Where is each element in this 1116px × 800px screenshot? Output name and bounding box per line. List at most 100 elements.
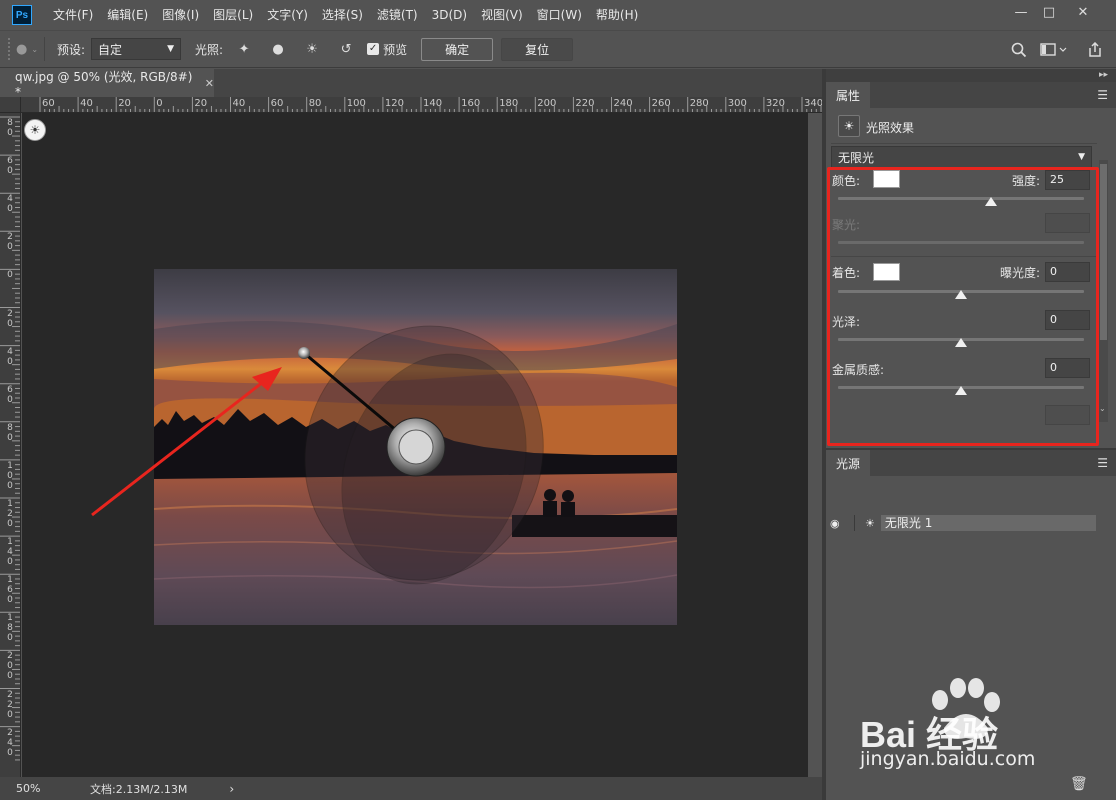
chevron-down-icon: ▼ — [167, 44, 175, 54]
minimize-icon[interactable]: — — [1006, 0, 1036, 24]
chevron-right-icon[interactable]: › — [229, 782, 234, 796]
ruler-label: 20 — [7, 232, 13, 253]
options-bar: ● ⌄ 预设: 自定 ▼ 光照: ✦ ● ☀ ↺ ✓ 预览 确定 复位 — [0, 30, 1116, 68]
zoom-level[interactable]: 50% — [0, 782, 48, 795]
doc-size: 文档:2.13M/2.13M — [90, 782, 188, 796]
menu-filter[interactable]: 滤镜(T) — [370, 0, 425, 30]
ok-button[interactable]: 确定 — [421, 37, 494, 61]
highlight-box — [827, 167, 1099, 446]
eye-icon[interactable]: ◉ — [830, 517, 848, 530]
menu-bar: Ps 文件(F) 编辑(E) 图像(I) 图层(L) 文字(Y) 选择(S) 滤… — [0, 0, 1116, 30]
reset-light-icon[interactable]: ↺ — [335, 38, 357, 60]
panel-menu-icon[interactable]: ☰ — [1097, 88, 1108, 102]
ruler-label: 140 — [7, 537, 13, 568]
ruler-label: 80 — [7, 118, 13, 138]
close-tab-icon[interactable]: ✕ — [205, 77, 214, 90]
preview-label: 预览 — [383, 42, 408, 57]
ruler-label: 20 — [118, 98, 131, 109]
light-list-item[interactable]: ◉ ☀ 无限光 1 — [830, 514, 1096, 532]
ruler-label: 100 — [7, 460, 13, 491]
menu-help[interactable]: 帮助(H) — [589, 0, 645, 30]
ruler-label: 340 — [804, 98, 824, 109]
reset-button[interactable]: 复位 — [501, 37, 574, 61]
tab-lights[interactable]: 光源 — [826, 450, 871, 476]
canvas-area[interactable]: ☀ — [22, 113, 808, 777]
preset-value: 自定 — [98, 42, 123, 57]
properties-tabs: 属性 ☰ — [826, 82, 1116, 108]
light-type-select[interactable]: 无限光 ▼ — [831, 146, 1092, 168]
menu-window[interactable]: 窗口(W) — [530, 0, 589, 30]
chevron-down-icon[interactable]: ⌄ — [1099, 404, 1106, 413]
ruler-label: 80 — [308, 98, 322, 109]
menu-file[interactable]: 文件(F) — [46, 0, 100, 30]
menu-edit[interactable]: 编辑(E) — [100, 0, 155, 30]
lighting-effects-icon[interactable]: ☀ — [24, 119, 46, 141]
menu-view[interactable]: 视图(V) — [474, 0, 530, 30]
properties-title: 光照效果 — [866, 121, 915, 135]
lights-label: 光照: — [195, 42, 224, 57]
menu-image[interactable]: 图像(I) — [155, 0, 206, 30]
document-tab-title: qw.jpg @ 50% (光效, RGB/8#) * — [15, 69, 193, 99]
ruler-label: 60 — [7, 156, 13, 177]
scrollbar-thumb[interactable] — [1100, 164, 1107, 340]
ruler-label: 80 — [7, 422, 13, 443]
menu-select[interactable]: 选择(S) — [315, 0, 370, 30]
close-icon[interactable]: ✕ — [1068, 0, 1098, 24]
preview-checkbox[interactable]: ✓ — [367, 43, 380, 55]
ruler-corner — [0, 97, 21, 113]
tab-properties[interactable]: 属性 — [826, 82, 871, 108]
ruler-label: 20 — [7, 308, 13, 329]
ruler-label: 0 — [156, 98, 163, 109]
preset-label: 预设: — [57, 42, 86, 57]
document-tab[interactable]: qw.jpg @ 50% (光效, RGB/8#) * ✕ — [0, 69, 214, 99]
divider — [831, 143, 1097, 144]
ruler-label: 300 — [727, 98, 747, 109]
ruler-label: 60 — [7, 384, 13, 405]
lighting-tool-icon[interactable]: ● ⌄ — [16, 38, 38, 60]
spot-light-icon[interactable]: ✦ — [233, 38, 255, 60]
ruler-label: 40 — [80, 98, 93, 109]
ruler-label: 220 — [575, 98, 595, 109]
watermark-url: jingyan.baidu.com — [860, 748, 1036, 770]
infinite-light-icon[interactable]: ☀ — [301, 38, 323, 60]
ruler-label: 180 — [7, 613, 13, 644]
search-icon[interactable] — [1008, 39, 1030, 61]
preset-select[interactable]: 自定 ▼ — [91, 38, 182, 60]
point-light-icon[interactable]: ● — [267, 38, 289, 60]
ruler-label: 320 — [765, 98, 785, 109]
ruler-label: 140 — [423, 98, 443, 109]
grip-handle[interactable] — [8, 38, 16, 60]
baidu-watermark: Bai 经验 jingyan.baidu.com — [860, 676, 1090, 776]
panel-menu-icon[interactable]: ☰ — [1097, 456, 1108, 470]
ruler-label: 200 — [7, 651, 13, 682]
ruler-label: 240 — [7, 727, 13, 758]
document-tab-bar: qw.jpg @ 50% (光效, RGB/8#) * ✕ — [0, 69, 826, 99]
ruler-label: 40 — [232, 98, 246, 109]
light-name[interactable]: 无限光 1 — [880, 515, 1096, 531]
ruler-label: 100 — [346, 98, 366, 109]
collapse-icon[interactable]: ▸▸ — [826, 69, 1116, 82]
properties-scrollbar[interactable]: ⌄ — [1099, 160, 1108, 422]
ruler-label: 40 — [7, 194, 13, 215]
ruler-label: 220 — [7, 689, 13, 720]
ruler-label: 160 — [461, 98, 481, 109]
infinite-light-icon: ☀ — [865, 516, 875, 530]
maximize-icon[interactable]: □ — [1034, 0, 1064, 24]
trash-icon[interactable]: 🗑 — [1070, 776, 1088, 792]
menu-3d[interactable]: 3D(D) — [425, 0, 474, 30]
horizontal-ruler: 60 40 20 0 20 40 60 80 100 120 140 160 180 200 220 240 2… — [0, 97, 826, 113]
ruler-label: 60 — [42, 98, 55, 109]
light-type-value: 无限光 — [838, 150, 875, 165]
ruler-label: 40 — [7, 346, 13, 367]
chevron-down-icon: ▼ — [1078, 152, 1085, 162]
lighting-effects-icon: ☀ — [838, 115, 860, 137]
ruler-label: 200 — [537, 98, 557, 109]
ruler-label: 0 — [7, 270, 13, 281]
menu-type[interactable]: 文字(Y) — [260, 0, 315, 30]
ruler-label: 260 — [651, 98, 671, 109]
ruler-label: 280 — [689, 98, 709, 109]
menu-layer[interactable]: 图层(L) — [206, 0, 260, 30]
workspace-icon[interactable] — [1038, 39, 1070, 61]
lights-tabs: 光源 ☰ — [826, 450, 1116, 476]
share-icon[interactable] — [1084, 39, 1106, 61]
